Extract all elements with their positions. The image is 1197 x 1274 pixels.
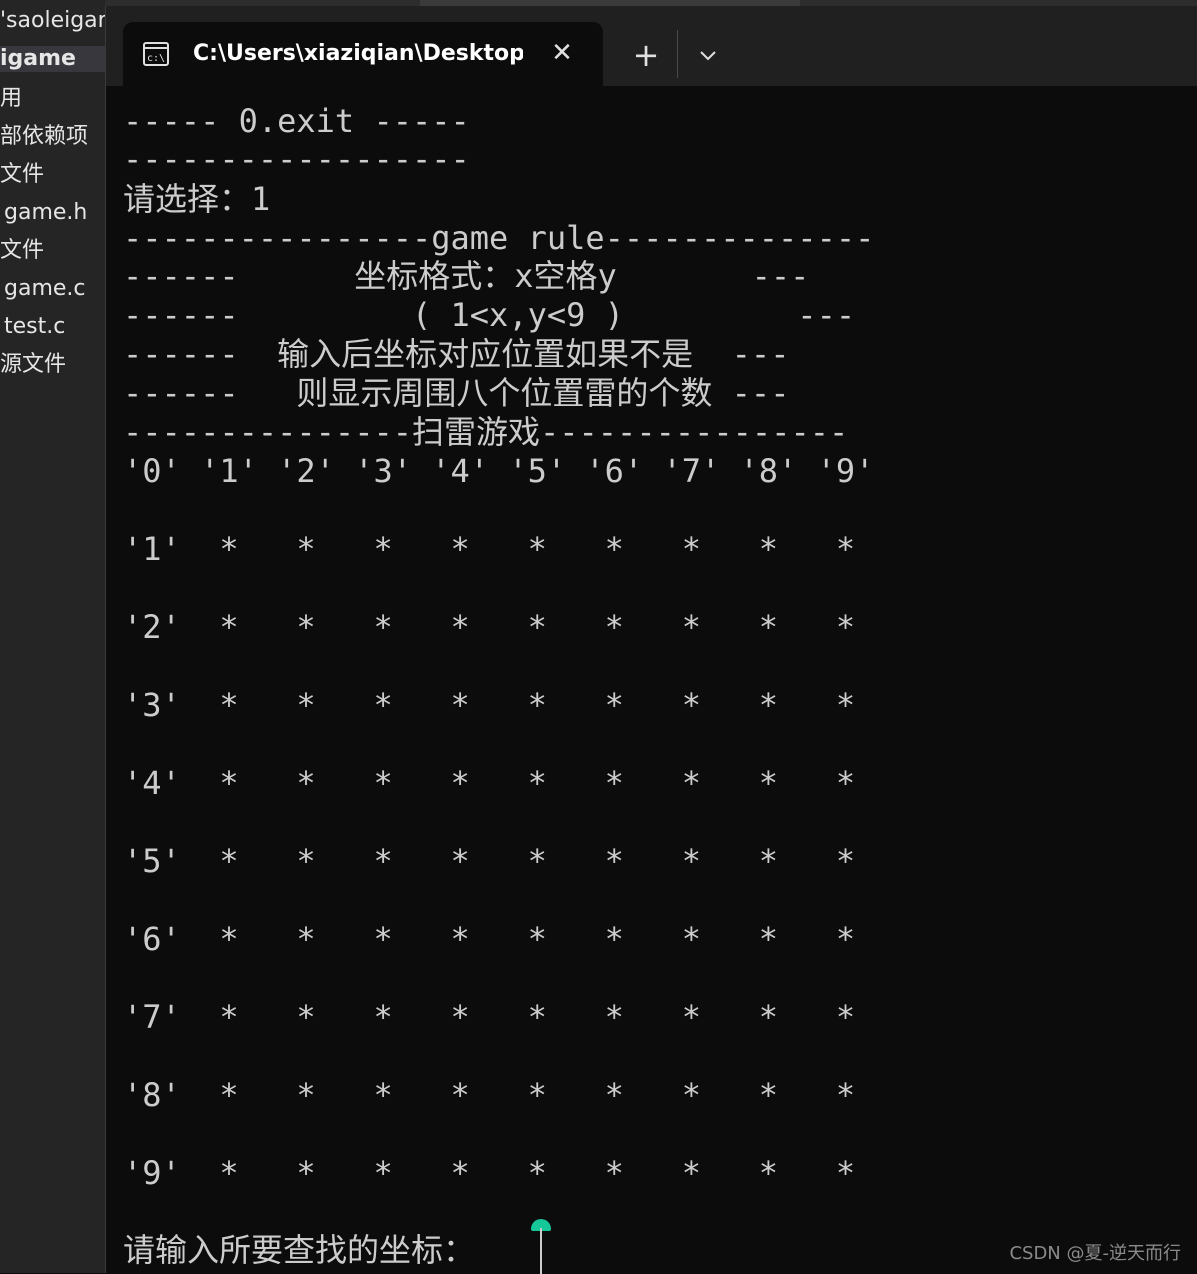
- close-icon[interactable]: ✕: [547, 38, 577, 68]
- input-prompt: 请输入所要查找的坐标：: [123, 1231, 476, 1269]
- board-row: '2' * * * * * * * * *: [123, 608, 856, 646]
- sidebar-item-resource-files[interactable]: 源文件: [0, 352, 66, 378]
- board-row: '9' * * * * * * * * *: [123, 1154, 856, 1192]
- sidebar-item-game-c[interactable]: game.c: [4, 276, 86, 302]
- console-line: ------------------: [123, 140, 470, 178]
- sidebar-item-solution[interactable]: 'saoleigam: [0, 8, 105, 34]
- terminal-tab[interactable]: c:\ C:\Users\xiaziqian\Desktop\al ✕: [123, 22, 603, 86]
- tab-title: C:\Users\xiaziqian\Desktop\al: [193, 41, 523, 66]
- watermark: CSDN @夏-逆天而行: [1009, 1243, 1181, 1264]
- board-column-header: '0' '1' '2' '3' '4' '5' '6' '7' '8' '9': [123, 452, 875, 490]
- sidebar-item-test-c[interactable]: test.c: [4, 314, 65, 340]
- text-cursor[interactable]: [540, 1228, 542, 1274]
- console-line: ------ 则显示周围八个位置雷的个数 ---: [123, 374, 790, 412]
- board-row: '8' * * * * * * * * *: [123, 1076, 856, 1114]
- sidebar-item-game-h[interactable]: game.h: [4, 200, 87, 226]
- board-row: '5' * * * * * * * * *: [123, 842, 856, 880]
- terminal-titlebar: c:\ C:\Users\xiaziqian\Desktop\al ✕ +: [106, 6, 1197, 86]
- solution-explorer: 'saoleigam igame 用 部依赖项 文件 game.h 文件 gam…: [0, 0, 105, 1273]
- chevron-down-icon[interactable]: [688, 36, 728, 76]
- sidebar-item-header-files[interactable]: 文件: [0, 162, 44, 188]
- console-line: ------ 输入后坐标对应位置如果不是 ---: [123, 335, 790, 373]
- board-row: '1' * * * * * * * * *: [123, 530, 856, 568]
- sidebar-item-external-deps[interactable]: 部依赖项: [0, 124, 88, 150]
- tab-divider: [677, 30, 678, 78]
- board-row: '4' * * * * * * * * *: [123, 764, 856, 802]
- new-tab-button[interactable]: +: [626, 36, 666, 76]
- terminal-window: c:\ C:\Users\xiaziqian\Desktop\al ✕ + --…: [105, 6, 1197, 1274]
- cmd-icon: c:\: [143, 42, 169, 66]
- console-line: ---------------扫雷游戏----------------: [123, 413, 849, 451]
- console-line: ----- 0.exit -----: [123, 102, 470, 140]
- console-line: 请选择：1: [123, 180, 271, 218]
- svg-text:c:\: c:\: [147, 53, 165, 64]
- board-row: '7' * * * * * * * * *: [123, 998, 856, 1036]
- console-line: ------ ( 1<x,y<9 ) ---: [123, 296, 856, 334]
- sidebar-item-project[interactable]: igame: [0, 46, 105, 72]
- console-line: ------ 坐标格式：x空格y ---: [123, 257, 810, 295]
- console-line: ----------------game rule--------------: [123, 219, 875, 257]
- board-row: '6' * * * * * * * * *: [123, 920, 856, 958]
- board-row: '3' * * * * * * * * *: [123, 686, 856, 724]
- sidebar-item-source-files[interactable]: 文件: [0, 238, 44, 264]
- sidebar-item-references[interactable]: 用: [0, 86, 22, 112]
